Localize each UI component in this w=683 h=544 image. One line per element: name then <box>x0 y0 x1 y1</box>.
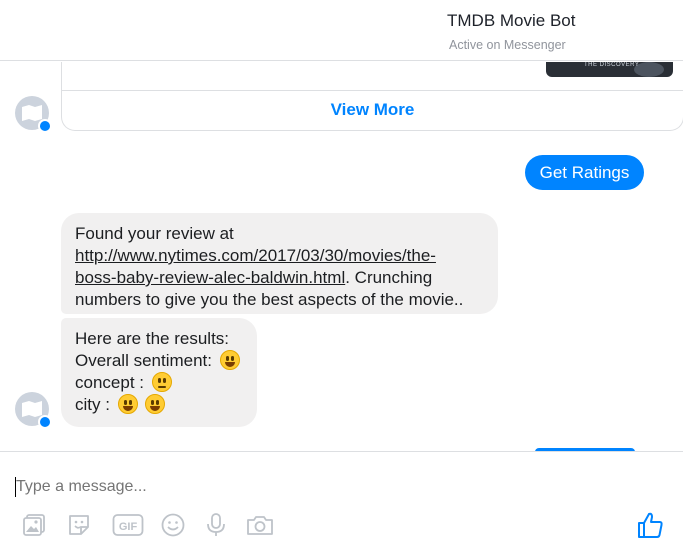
review-link-continued[interactable]: boss-baby-review-alec-baldwin.html <box>75 268 345 287</box>
message-input[interactable] <box>16 476 516 498</box>
image-icon[interactable] <box>22 512 48 538</box>
camera-icon[interactable] <box>246 512 274 538</box>
thumbs-up-icon[interactable] <box>636 511 664 539</box>
chat-header: TMDB Movie Bot Active on Messenger <box>0 0 683 61</box>
card-divider <box>62 90 683 91</box>
overall-label: Overall sentiment: <box>75 351 212 370</box>
microphone-icon[interactable] <box>203 512 229 538</box>
concept-label: concept : <box>75 373 144 392</box>
sticker-icon[interactable] <box>66 512 92 538</box>
message-text: numbers to give you the best aspects of … <box>75 290 464 309</box>
movie-poster-thumbnail[interactable]: THE DISCOVERY <box>546 62 673 77</box>
get-ratings-button[interactable]: Get Ratings <box>525 155 644 190</box>
grinning-emoji-icon <box>117 394 138 414</box>
view-more-button[interactable]: View More <box>62 100 683 120</box>
bot-avatar[interactable] <box>15 392 52 429</box>
review-link[interactable]: http://www.nytimes.com/2017/03/30/movies… <box>75 246 436 265</box>
messenger-badge-icon <box>38 415 52 429</box>
message-bubble: Found your review at http://www.nytimes.… <box>61 213 498 314</box>
neutral-face-emoji-icon <box>151 372 172 392</box>
presence-status: Active on Messenger <box>449 38 566 52</box>
city-label: city : <box>75 395 110 414</box>
chat-title[interactable]: TMDB Movie Bot <box>447 11 575 31</box>
message-text: Found your review at <box>75 224 234 243</box>
poster-caption: THE DISCOVERY <box>584 62 640 68</box>
gif-icon[interactable]: GIF <box>112 512 144 538</box>
svg-text:GIF: GIF <box>119 521 138 533</box>
grinning-emoji-icon <box>145 394 166 414</box>
messenger-badge-icon <box>38 119 52 133</box>
emoji-icon[interactable] <box>160 512 186 538</box>
bot-avatar[interactable] <box>15 96 52 133</box>
message-composer <box>0 451 683 544</box>
results-heading: Here are the results: <box>75 329 230 348</box>
grinning-emoji-icon <box>219 350 240 370</box>
message-text: . Crunching <box>345 268 433 287</box>
results-bubble: Here are the results: Overall sentiment:… <box>61 318 257 427</box>
